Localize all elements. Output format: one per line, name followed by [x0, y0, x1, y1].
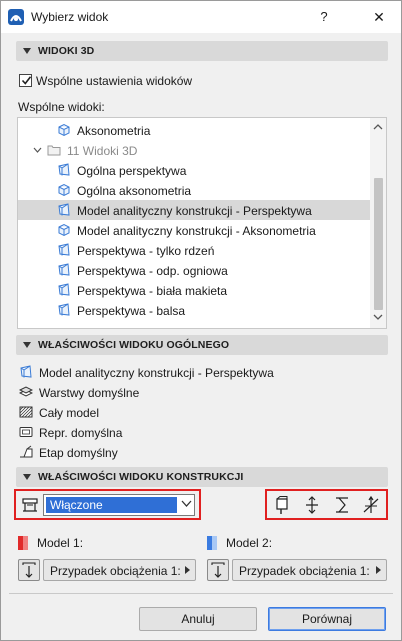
chevron-down-icon	[33, 147, 42, 153]
tree-item[interactable]: Perspektywa - odp. ogniowa	[18, 260, 370, 280]
archicad-icon	[8, 9, 24, 25]
perspective-cube-icon	[58, 263, 70, 276]
structural-display-icon	[22, 498, 38, 512]
scroll-up-icon[interactable]	[373, 124, 383, 130]
checkmark-icon	[21, 76, 32, 85]
load-icon[interactable]	[332, 495, 352, 515]
perspective-cube-icon	[58, 303, 70, 316]
tree-item[interactable]: Perspektywa - biała makieta	[18, 280, 370, 300]
title-bar: Wybierz widok ? ✕	[1, 1, 401, 33]
shared-settings-label: Wspólne ustawienia widoków	[36, 74, 193, 88]
tree-item[interactable]: Perspektywa - balsa	[18, 300, 370, 320]
section-header-3d-views[interactable]: WIDOKI 3D	[16, 41, 388, 61]
model2-load-case-select[interactable]: Przypadek obciążenia 1:	[232, 559, 387, 581]
display-icon	[19, 427, 33, 437]
layers-icon	[19, 386, 33, 397]
shared-settings-checkbox[interactable]	[19, 74, 32, 87]
perspective-cube-icon	[58, 203, 70, 216]
collapse-triangle-icon	[23, 48, 31, 54]
cube-icon	[58, 183, 70, 197]
structural-display-dropdown[interactable]: Włączone	[43, 494, 195, 516]
scroll-thumb[interactable]	[374, 178, 383, 310]
section-label: WŁAŚCIWOŚCI WIDOKU KONSTRUKCJI	[38, 471, 244, 483]
support-icon[interactable]	[302, 495, 322, 515]
phase-icon	[20, 445, 33, 458]
structural-function-icon[interactable]	[272, 495, 292, 515]
model2-label: Model 2:	[226, 536, 273, 550]
dropdown-value: Włączone	[46, 497, 177, 513]
model1-color-swatch-light	[23, 536, 28, 550]
perspective-cube-icon	[58, 243, 70, 256]
collapse-triangle-icon	[23, 342, 31, 348]
folder-icon	[47, 145, 61, 156]
compare-button[interactable]: Porównaj	[268, 607, 386, 631]
model2-color-swatch-light	[212, 536, 217, 550]
model2-load-type-button[interactable]	[207, 559, 229, 581]
axes-icon[interactable]	[361, 495, 381, 515]
tree-item[interactable]: Ogólna aksonometria	[18, 180, 370, 200]
load-arrow-icon	[211, 562, 225, 578]
tree-folder[interactable]: 11 Widoki 3D	[18, 140, 370, 160]
perspective-cube-icon	[20, 365, 32, 378]
tree-item[interactable]: Ogólna perspektywa	[18, 160, 370, 180]
collapse-triangle-icon	[23, 474, 31, 480]
cancel-button[interactable]: Anuluj	[139, 607, 257, 631]
cube-icon	[58, 223, 70, 237]
views-tree[interactable]: Aksonometria 11 Widoki 3D Ogólna perspek…	[17, 117, 387, 329]
model1-label: Model 1:	[37, 536, 84, 550]
model1-load-type-button[interactable]	[18, 559, 40, 581]
perspective-cube-icon	[58, 283, 70, 296]
help-button[interactable]: ?	[311, 4, 337, 30]
footer-divider	[9, 593, 393, 594]
scroll-down-icon[interactable]	[373, 314, 383, 320]
tree-item[interactable]: Aksonometria	[18, 120, 370, 140]
section-header-structural-props[interactable]: WŁAŚCIWOŚCI WIDOKU KONSTRUKCJI	[16, 467, 388, 487]
tree-item-selected[interactable]: Model analityczny konstrukcji - Perspekt…	[18, 200, 370, 220]
section-label: WŁAŚCIWOŚCI WIDOKU OGÓLNEGO	[38, 339, 230, 351]
chevron-down-icon	[181, 500, 192, 507]
perspective-cube-icon	[58, 163, 70, 176]
hatch-icon	[19, 406, 33, 418]
tree-item[interactable]: Model analityczny konstrukcji - Aksonome…	[18, 220, 370, 240]
section-label: WIDOKI 3D	[38, 45, 95, 57]
tree-item[interactable]: Perspektywa - tylko rdzeń	[18, 240, 370, 260]
model1-load-case-select[interactable]: Przypadek obciążenia 1:	[43, 559, 196, 581]
load-arrow-icon	[22, 562, 36, 578]
dialog-title: Wybierz widok	[31, 10, 109, 24]
chevron-right-icon	[376, 566, 381, 574]
close-button[interactable]: ✕	[365, 4, 393, 30]
cube-icon	[58, 123, 70, 137]
chevron-right-icon	[185, 566, 190, 574]
tree-scrollbar[interactable]	[370, 118, 386, 328]
section-header-general-props[interactable]: WŁAŚCIWOŚCI WIDOKU OGÓLNEGO	[16, 335, 388, 355]
shared-views-label: Wspólne widoki:	[18, 100, 105, 114]
select-view-dialog: Wybierz widok ? ✕ WIDOKI 3D Wspólne usta…	[0, 0, 402, 641]
